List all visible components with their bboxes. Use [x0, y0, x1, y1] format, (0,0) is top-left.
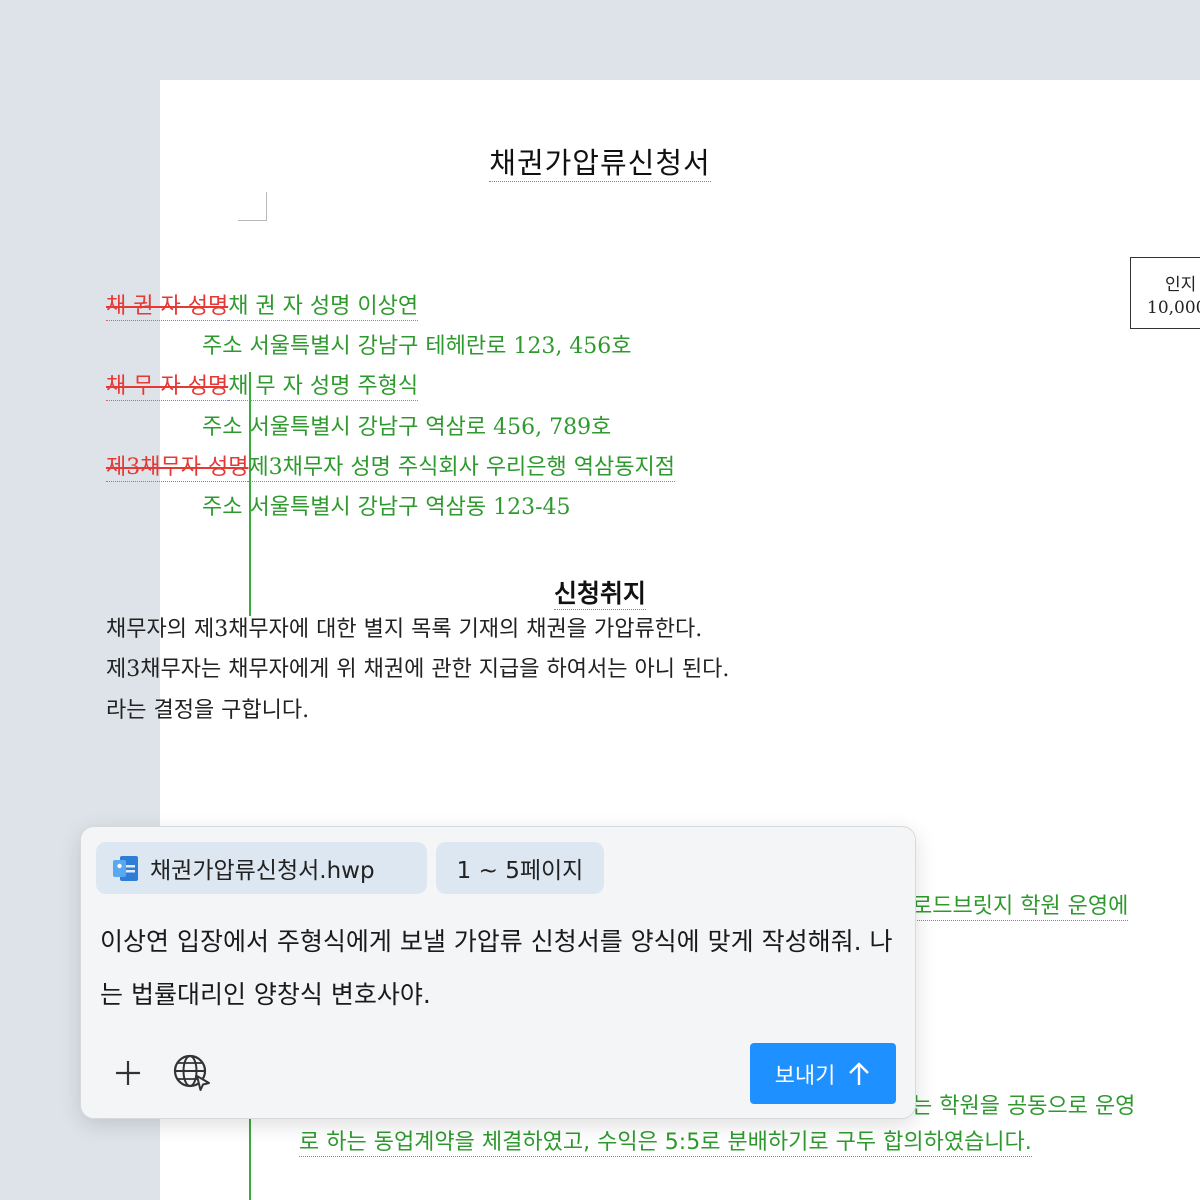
document-file-icon: [112, 855, 139, 882]
ai-chat-panel: 채권가압류신청서.hwp 1 ~ 5페이지 이상연 입장에서 주형식에게 보낼 …: [80, 826, 916, 1119]
prompt-input[interactable]: 이상연 입장에서 주형식에게 보낼 가압류 신청서를 양식에 맞게 작성해줘. …: [100, 915, 900, 1021]
purpose-body: 채무자의 제3채무자에 대한 별지 목록 기재의 채권을 가압류한다. 제3채무…: [106, 615, 729, 736]
third-debtor-address-line: 주소 서울특별시 강남구 역삼동 123-45: [202, 494, 571, 520]
stamp-box: 인지 10,000: [1130, 257, 1200, 329]
page-range-chip[interactable]: 1 ~ 5페이지: [436, 842, 604, 894]
attached-file-chip[interactable]: 채권가압류신청서.hwp: [96, 842, 427, 894]
creditor-name-line: 채 권 자 성명채 권 자 성명 이상연: [106, 294, 419, 321]
debtor-address-line: 주소 서울특별시 강남구 역삼로 456, 789호: [202, 414, 612, 440]
web-search-button[interactable]: [170, 1051, 214, 1095]
plus-icon: [116, 1061, 140, 1085]
send-button-label: 보내기: [774, 1063, 836, 1089]
document-title: 채권가압류신청서: [489, 146, 711, 182]
text-fragment-joint-operation: 는 학원을 공동으로 운영: [912, 1094, 1136, 1119]
text-fragment-partnership: 로 하는 동업계약을 체결하였고, 수익은 5:5로 분배하기로 구두 합의하였…: [299, 1130, 1032, 1157]
purpose-line: 제3채무자는 채무자에게 위 채권에 관한 지급을 하여서는 아니 된다.: [106, 657, 730, 683]
purpose-line: 채무자의 제3채무자에 대한 별지 목록 기재의 채권을 가압류한다.: [106, 617, 703, 642]
add-attachment-button[interactable]: [108, 1053, 148, 1093]
debtor-name-line: 채 무 자 성명채 무 자 성명 주형식: [106, 374, 419, 402]
arrow-up-icon: [847, 1061, 871, 1087]
text-fragment-academy: 로드브릿지 학원 운영에: [912, 894, 1129, 921]
page-range-label: 1 ~ 5페이지: [456, 858, 584, 884]
purpose-line: 라는 결정을 구합니다.: [106, 697, 310, 723]
attached-file-name: 채권가압류신청서.hwp: [150, 858, 375, 884]
stamp-amount: 10,000: [1147, 298, 1200, 318]
creditor-address-line: 주소 서울특별시 강남구 테헤란로 123, 456호: [202, 334, 632, 360]
stamp-label: 인지: [1165, 275, 1197, 295]
globe-icon: [173, 1054, 210, 1091]
parties-block: 채 권 자 성명채 권 자 성명 이상연 주소 서울특별시 강남구 테헤란로 1…: [106, 292, 675, 533]
margin-corner-mark: [238, 192, 267, 221]
send-button[interactable]: 보내기: [750, 1043, 896, 1104]
third-debtor-name-line: 제3채무자 성명제3채무자 성명 주식회사 우리은행 역삼동지점: [106, 454, 675, 482]
section-title-purpose: 신청취지: [553, 579, 646, 610]
